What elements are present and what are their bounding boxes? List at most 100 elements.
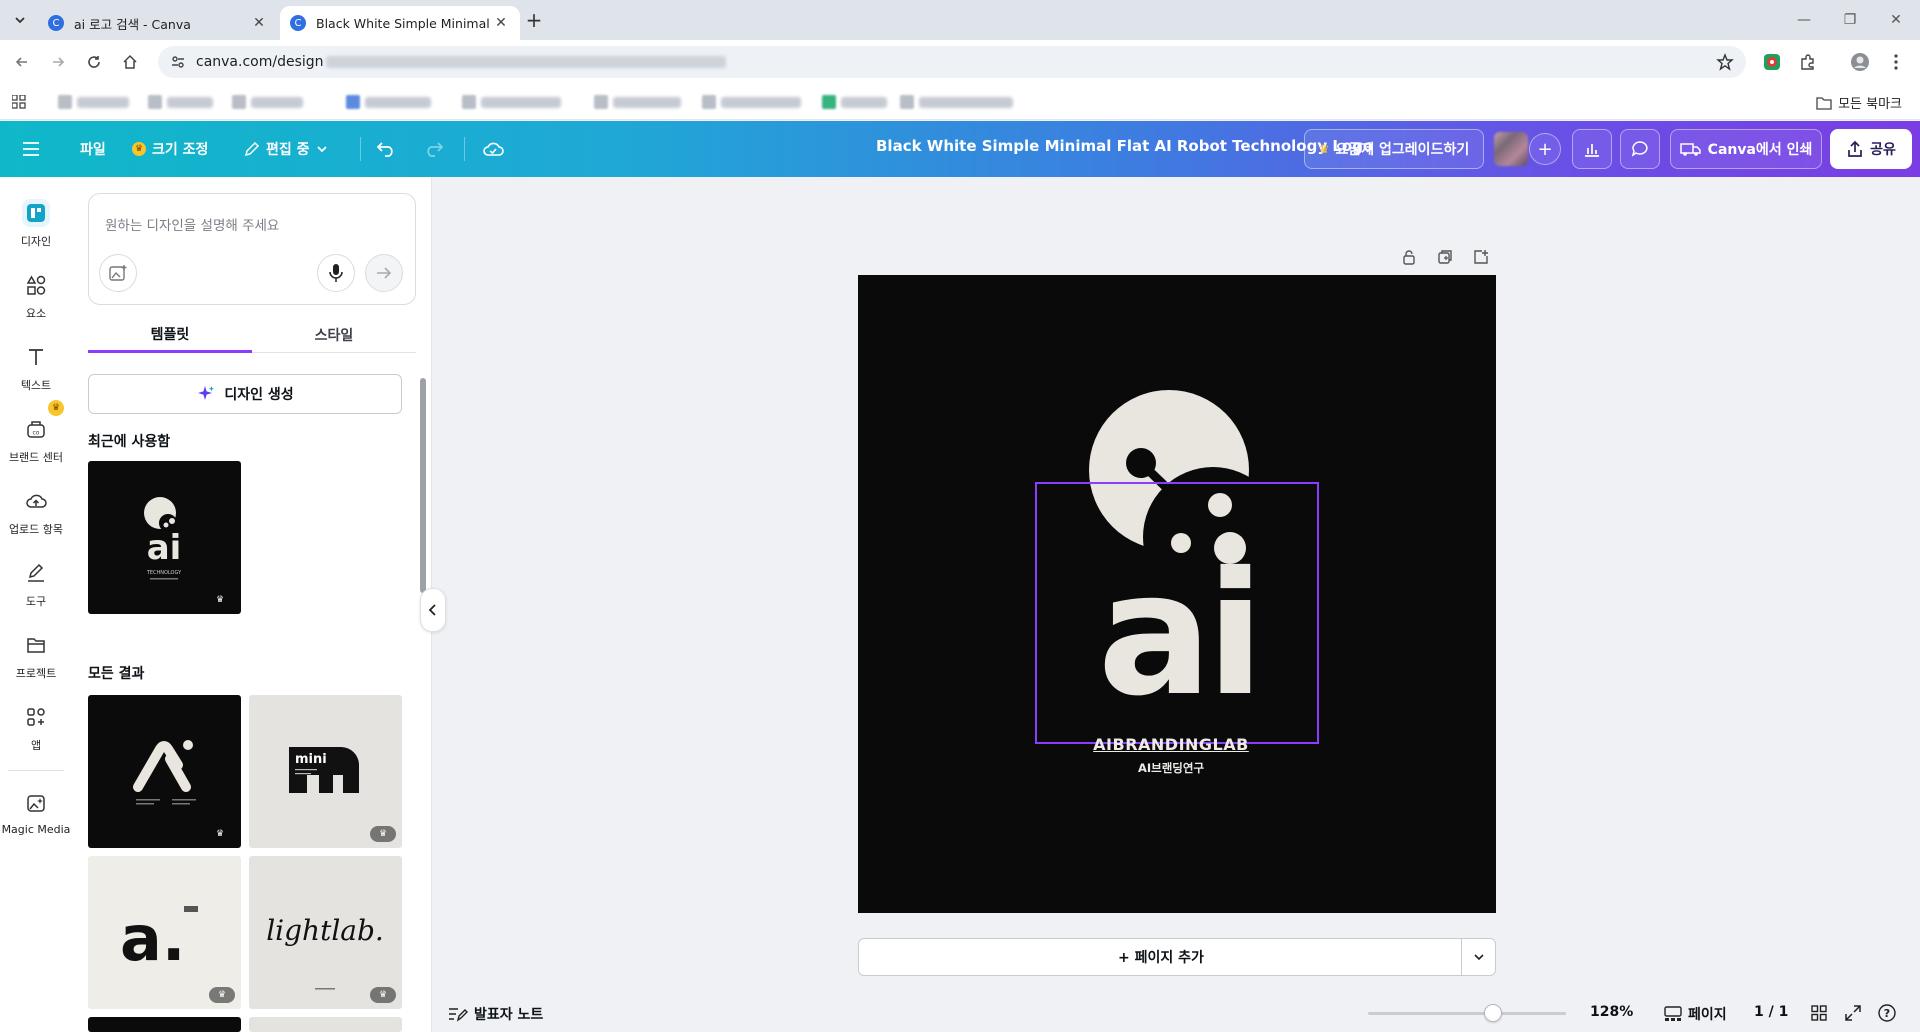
help-button[interactable]: ? <box>1876 1002 1898 1024</box>
zoom-slider-track[interactable] <box>1368 1012 1566 1015</box>
bookmark-item[interactable] <box>148 94 213 110</box>
print-with-canva-button[interactable]: Canva에서 인쇄 <box>1670 129 1822 169</box>
back-button[interactable] <box>10 50 34 74</box>
results-heading: 모든 결과 <box>88 666 145 682</box>
rail-item-draw[interactable]: 도구 <box>0 559 72 623</box>
submit-prompt-button[interactable] <box>365 254 403 292</box>
divider <box>8 770 64 771</box>
bookmarks-bar: 모든 북마크 <box>0 84 1920 120</box>
template-thumbnail[interactable]: lightlab. ♛ <box>249 856 402 1009</box>
rail-item-design[interactable]: 디자인 <box>0 199 72 263</box>
bookmark-item[interactable] <box>594 94 681 110</box>
user-avatar[interactable] <box>1494 132 1528 166</box>
generate-design-button[interactable]: 디자인 생성 <box>88 374 402 414</box>
recent-template-thumbnail[interactable]: ai TECHNOLOGY ♛ <box>88 461 241 614</box>
template-thumbnail[interactable] <box>88 1017 241 1032</box>
browser-menu-icon[interactable] <box>1886 52 1906 72</box>
brand-subtitle-text[interactable]: AI브랜딩연구 <box>858 760 1484 776</box>
tab-styles[interactable]: 스타일 <box>252 317 416 353</box>
bookmark-item[interactable] <box>822 94 887 110</box>
share-button[interactable]: 공유 <box>1830 129 1912 169</box>
template-thumbnail[interactable]: ♛ <box>88 695 241 848</box>
duplicate-page-button[interactable] <box>1434 246 1456 268</box>
comments-button[interactable] <box>1620 129 1660 169</box>
elements-icon <box>22 271 50 299</box>
add-page-icon <box>1474 250 1488 264</box>
main-menu-button[interactable] <box>22 133 40 165</box>
zoom-level[interactable]: 128% <box>1590 1004 1633 1020</box>
presenter-notes-button[interactable]: 발표자 노트 <box>448 1004 543 1024</box>
reload-button[interactable] <box>82 50 106 74</box>
site-settings-icon[interactable] <box>170 54 186 70</box>
bookmark-item[interactable] <box>462 94 561 110</box>
bookmark-item[interactable] <box>58 94 129 110</box>
file-menu[interactable]: 파일 <box>80 133 106 165</box>
add-collaborator-button[interactable]: + <box>1529 133 1561 165</box>
kebab-menu-icon <box>1894 54 1898 70</box>
cloud-save-status[interactable] <box>482 133 504 165</box>
extension-icon[interactable] <box>1762 52 1782 72</box>
undo-button[interactable] <box>376 133 396 165</box>
insights-button[interactable] <box>1572 129 1612 169</box>
rail-item-uploads[interactable]: 업로드 항목 <box>0 487 72 551</box>
print-label: Canva에서 인쇄 <box>1707 142 1813 158</box>
collapse-panel-button[interactable] <box>420 588 446 632</box>
puzzle-icon <box>1801 54 1814 70</box>
template-thumbnail[interactable] <box>249 1017 402 1032</box>
redo-button[interactable] <box>424 133 444 165</box>
rail-item-elements[interactable]: 요소 <box>0 271 72 335</box>
tab-search-dropdown[interactable] <box>8 8 32 32</box>
extensions-puzzle-icon[interactable] <box>1798 52 1818 72</box>
rail-item-magic-media[interactable]: Magic Media <box>0 789 72 853</box>
bookmark-item[interactable] <box>900 94 1013 110</box>
apps-grid-icon[interactable] <box>12 94 26 110</box>
bookmark-item[interactable] <box>702 94 801 110</box>
browser-tab[interactable]: C ai 로고 검색 - Canva ✕ <box>38 6 278 40</box>
design-prompt-box[interactable]: 원하는 디자인을 설명해 주세요 <box>88 193 416 305</box>
voice-input-button[interactable] <box>317 254 355 292</box>
panel-scrollbar[interactable] <box>420 378 426 593</box>
address-bar-row: canva.com/design <box>0 40 1920 84</box>
tab-title: Black White Simple Minimal Fl <box>316 15 492 31</box>
template-thumbnail[interactable]: mini ♛ <box>249 695 402 848</box>
add-page-dropdown[interactable] <box>1461 939 1495 975</box>
add-page-button[interactable]: + 페이지 추가 <box>859 939 1463 975</box>
minimize-icon[interactable]: — <box>1784 4 1824 36</box>
new-tab-button[interactable]: + <box>520 8 548 32</box>
rail-item-text[interactable]: 텍스트 <box>0 343 72 407</box>
all-bookmarks[interactable]: 모든 북마크 <box>1816 93 1902 112</box>
restore-icon[interactable]: ❐ <box>1830 4 1870 36</box>
upgrade-plan-button[interactable]: ♛ 요금제 업그레이드하기 <box>1304 129 1484 169</box>
bookmark-item[interactable] <box>346 94 431 110</box>
home-button[interactable] <box>118 50 142 74</box>
bookmark-star-icon[interactable] <box>1716 53 1734 71</box>
profile-icon[interactable] <box>1850 52 1870 72</box>
forward-button[interactable] <box>46 50 70 74</box>
close-icon[interactable]: ✕ <box>492 14 510 32</box>
pages-view-button[interactable]: 페이지 <box>1664 1004 1727 1024</box>
fullscreen-button[interactable] <box>1842 1002 1864 1024</box>
url-field[interactable]: canva.com/design <box>158 46 1746 78</box>
document-title[interactable]: Black White Simple Minimal Flat AI Robot… <box>876 137 1373 155</box>
close-icon[interactable]: ✕ <box>250 14 268 32</box>
add-page-top-button[interactable] <box>1470 246 1492 268</box>
editing-mode-dropdown[interactable]: 편집 중 <box>244 133 328 165</box>
rail-item-apps[interactable]: 앱 <box>0 703 72 767</box>
grid-view-button[interactable] <box>1808 1002 1830 1024</box>
template-thumbnail[interactable]: a. ♛ <box>88 856 241 1009</box>
add-image-button[interactable] <box>99 254 137 292</box>
rail-item-brand[interactable]: co 브랜드 센터 <box>0 415 72 479</box>
duplicate-icon <box>1438 250 1452 264</box>
draw-icon <box>22 559 50 587</box>
close-window-icon[interactable]: ✕ <box>1876 4 1916 36</box>
rail-item-projects[interactable]: 프로젝트 <box>0 631 72 695</box>
lock-page-button[interactable] <box>1398 246 1420 268</box>
zoom-slider-handle[interactable] <box>1483 1004 1502 1022</box>
resize-button[interactable]: ♛ 크기 조정 <box>132 133 208 165</box>
browser-tab-active[interactable]: C Black White Simple Minimal Fl ✕ <box>280 6 520 40</box>
brand-name-text[interactable]: AIBRANDINGLAB <box>858 735 1484 754</box>
bookmark-item[interactable] <box>232 94 303 110</box>
tab-templates[interactable]: 템플릿 <box>88 317 252 353</box>
selection-box[interactable] <box>1035 482 1319 744</box>
record-extension-icon <box>1764 54 1780 70</box>
